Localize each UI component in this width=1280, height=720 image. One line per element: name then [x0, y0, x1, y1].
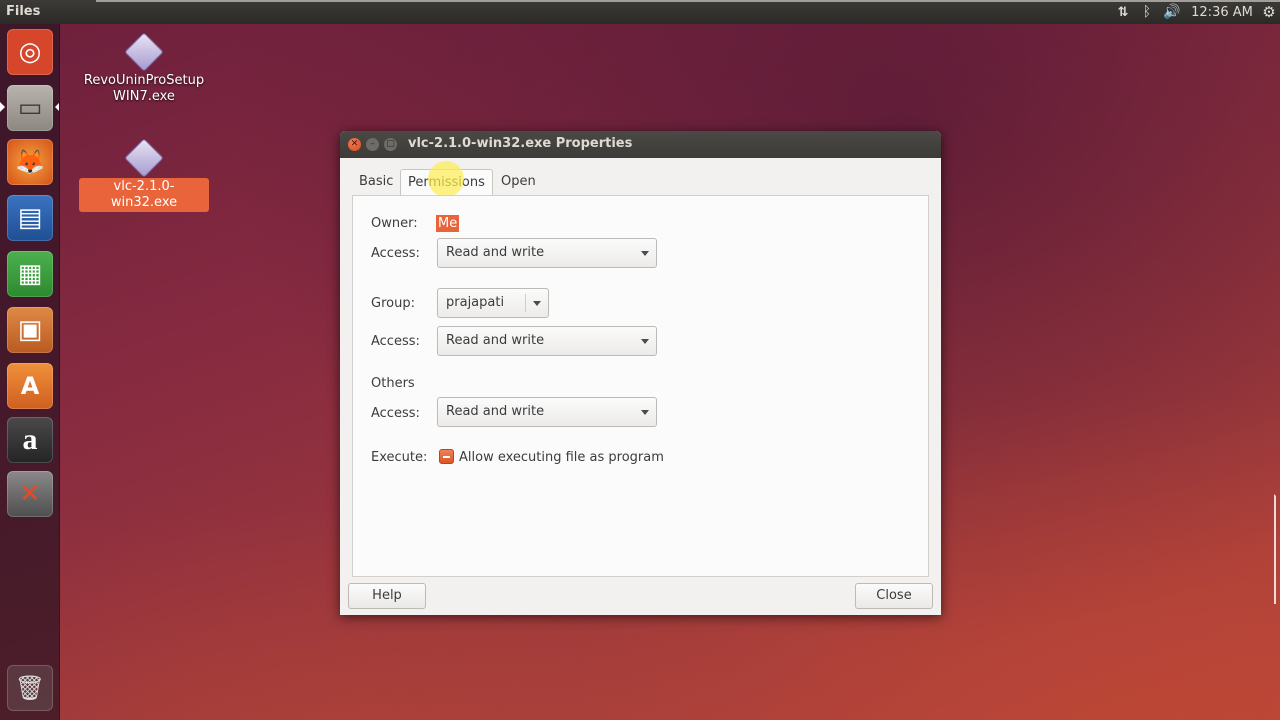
clock[interactable]: 12:36 AM — [1186, 0, 1258, 24]
owner-label: Owner: — [371, 216, 418, 231]
ubuntu-logo-glyph: ◎ — [18, 37, 42, 67]
chevron-down-icon — [641, 251, 649, 256]
group-value: prajapati — [446, 295, 505, 310]
tab-open-with[interactable]: Open With — [494, 169, 543, 215]
bluetooth-icon[interactable]: ᛒ — [1136, 0, 1158, 24]
top-panel-strip — [96, 0, 1280, 2]
desktop-file-label-line2: WIN7.exe — [113, 89, 175, 104]
libreoffice-writer-icon[interactable]: ▤ — [7, 195, 53, 241]
software-center-icon[interactable]: A — [7, 363, 53, 409]
others-label: Others — [371, 376, 415, 391]
execute-checkbox[interactable] — [439, 449, 454, 464]
desktop-file-label: RevoUninProSetup WIN7.exe — [81, 72, 207, 106]
active-app-title[interactable]: Files — [6, 4, 40, 19]
screen-edge-artifact — [1274, 494, 1280, 604]
tab-basic[interactable]: Basic — [352, 169, 400, 195]
writer-glyph: ▤ — [17, 203, 43, 233]
libreoffice-calc-icon[interactable]: ▦ — [7, 251, 53, 297]
chevron-down-icon — [641, 410, 649, 415]
checkbox-mark-icon — [443, 456, 450, 458]
trash-glyph: 🗑 — [14, 674, 46, 702]
launcher: ◎ ▭ 🦊 ▤ ▦ ▣ A a ✕ 🗑 — [0, 24, 60, 720]
settings-glyph: ✕ — [19, 479, 41, 509]
owner-access-value: Read and write — [446, 245, 545, 260]
properties-dialog: ✕ – □ vlc-2.1.0-win32.exe Properties Bas… — [340, 131, 941, 615]
top-panel: Files ⇅ ᛒ 🔊 12:36 AM ⚙ — [0, 0, 1280, 24]
owner-access-label: Access: — [371, 246, 420, 261]
others-access-value: Read and write — [446, 404, 545, 419]
window-minimize-icon[interactable]: – — [366, 138, 379, 151]
launcher-running-indicator — [55, 103, 59, 111]
desktop-file-label-selected: vlc-2.1.0-win32.exe — [79, 178, 209, 212]
desktop-file-label-line1: RevoUninProSetup — [83, 73, 205, 88]
group-label: Group: — [371, 296, 415, 311]
group-access-label: Access: — [371, 334, 420, 349]
group-dropdown[interactable]: prajapati — [437, 288, 549, 318]
window-maximize-icon[interactable]: □ — [384, 138, 397, 151]
group-access-value: Read and write — [446, 333, 545, 348]
volume-icon[interactable]: 🔊 — [1158, 0, 1186, 24]
desktop-file-vlc[interactable]: vlc-2.1.0-win32.exe — [79, 138, 209, 212]
launcher-active-indicator — [0, 102, 5, 112]
permissions-panel: Owner: Me Access: Read and write Group: … — [352, 195, 929, 577]
others-access-dropdown[interactable]: Read and write — [437, 397, 657, 427]
impress-glyph: ▣ — [17, 315, 43, 345]
exe-file-icon — [124, 32, 164, 72]
session-gear-icon[interactable]: ⚙ — [1258, 0, 1280, 24]
software-center-glyph: A — [20, 372, 40, 400]
files-icon[interactable]: ▭ — [7, 85, 53, 131]
execute-checkbox-label[interactable]: Allow executing file as program — [459, 450, 664, 465]
others-access-label: Access: — [371, 406, 420, 421]
window-close-icon[interactable]: ✕ — [348, 138, 361, 151]
trash-icon[interactable]: 🗑 — [7, 665, 53, 711]
owner-access-dropdown[interactable]: Read and write — [437, 238, 657, 268]
firefox-icon[interactable]: 🦊 — [7, 139, 53, 185]
close-button[interactable]: Close — [855, 583, 933, 609]
chevron-down-icon — [641, 339, 649, 344]
dialog-titlebar[interactable]: ✕ – □ vlc-2.1.0-win32.exe Properties — [340, 131, 941, 158]
execute-label: Execute: — [371, 450, 428, 465]
amazon-glyph: a — [22, 423, 38, 456]
firefox-glyph: 🦊 — [15, 148, 45, 176]
group-access-dropdown[interactable]: Read and write — [437, 326, 657, 356]
system-settings-icon[interactable]: ✕ — [7, 471, 53, 517]
help-button[interactable]: Help — [348, 583, 426, 609]
exe-file-icon — [124, 138, 164, 178]
files-glyph: ▭ — [17, 93, 43, 123]
ubuntu-dash-icon[interactable]: ◎ — [7, 29, 53, 75]
calc-glyph: ▦ — [17, 259, 43, 289]
owner-value[interactable]: Me — [436, 215, 460, 232]
tab-permissions[interactable]: Permissions — [400, 169, 493, 196]
dialog-title: vlc-2.1.0-win32.exe Properties — [408, 136, 633, 151]
libreoffice-impress-icon[interactable]: ▣ — [7, 307, 53, 353]
indicator-area: ⇅ ᛒ 🔊 12:36 AM ⚙ — [1110, 0, 1280, 24]
desktop-file-revouninprosetup[interactable]: RevoUninProSetup WIN7.exe — [79, 32, 209, 106]
amazon-icon[interactable]: a — [7, 417, 53, 463]
combo-separator — [525, 294, 526, 312]
network-icon[interactable]: ⇅ — [1110, 0, 1136, 24]
chevron-down-icon — [533, 301, 541, 306]
